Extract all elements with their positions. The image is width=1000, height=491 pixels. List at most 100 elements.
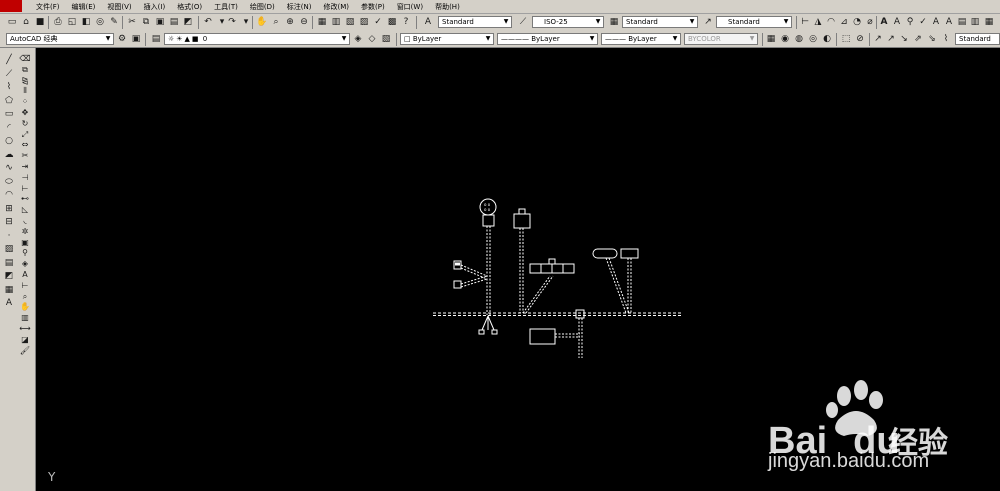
revision-cloud-icon[interactable]: ☁ (3, 149, 15, 161)
publish-icon[interactable]: ◧ (80, 16, 92, 28)
make-current-layer-icon[interactable]: ◈ (352, 33, 364, 45)
text-more-icon[interactable]: ▦ (983, 16, 995, 28)
multileader-style-icon[interactable]: ↗ (702, 16, 714, 28)
zoom-realtime-icon[interactable]: ⌕ (270, 16, 282, 28)
text-mask-icon[interactable]: ▥ (969, 16, 981, 28)
menu-item[interactable]: 视图(V) (101, 0, 137, 14)
menu-item[interactable]: 帮助(H) (429, 0, 466, 14)
text-scale-icon[interactable]: A (930, 16, 942, 28)
add-leader-icon[interactable]: ↗ (885, 33, 897, 45)
properties-icon[interactable]: ▦ (316, 16, 328, 28)
aligned-dim-icon[interactable]: ◮ (812, 16, 824, 28)
table-icon[interactable]: ▦ (3, 284, 15, 296)
edit-text-icon[interactable]: A (891, 16, 903, 28)
ellipse-icon[interactable]: ⬭ (3, 176, 15, 188)
app-logo-icon[interactable] (0, 0, 22, 12)
remove-leader-icon[interactable]: ↘ (898, 33, 910, 45)
block-icon[interactable]: ▥ (19, 313, 31, 323)
linetype-select[interactable]: ———— ByLayer ▼ (497, 33, 598, 45)
zoom-icon[interactable]: ⌕ (19, 292, 31, 302)
arc-length-icon[interactable]: ◠ (825, 16, 837, 28)
break-icon[interactable]: ⊢ (19, 184, 31, 194)
trim-icon[interactable]: ✂ (19, 151, 31, 161)
move-icon[interactable]: ✥ (19, 108, 31, 118)
mirror-icon[interactable]: ⧎ (19, 76, 31, 86)
copy-icon[interactable]: ⧉ (140, 16, 152, 28)
align-leader-icon[interactable]: ⇗ (912, 33, 924, 45)
linear-dim-icon[interactable]: ⊢ (799, 16, 811, 28)
menu-item[interactable]: 参数(P) (355, 0, 391, 14)
tool-palettes-icon[interactable]: ▧ (344, 16, 356, 28)
explode-icon[interactable]: ✲ (19, 227, 31, 237)
menu-item[interactable]: 窗口(W) (391, 0, 429, 14)
2d-wireframe-icon[interactable]: ▦ (765, 33, 777, 45)
plotstyle-select[interactable]: BYCOLOR ▼ (684, 33, 758, 45)
offset-icon[interactable]: ⫴ (19, 86, 31, 96)
workspace-settings-icon[interactable]: ⚙ (116, 33, 128, 45)
menu-item[interactable]: 绘图(D) (244, 0, 281, 14)
realistic-icon[interactable]: ◎ (807, 33, 819, 45)
chamfer-icon[interactable]: ◺ (19, 205, 31, 215)
zoom-previous-icon[interactable]: ⊖ (298, 16, 310, 28)
ordinate-dim-icon[interactable]: ⊿ (838, 16, 850, 28)
markup-set-icon[interactable]: ✓ (372, 16, 384, 28)
menu-item[interactable]: 修改(M) (317, 0, 355, 14)
text-style-select[interactable]: Standard ▼ (438, 16, 512, 28)
pan-tool-icon[interactable]: ✋ (19, 302, 31, 312)
table-style-icon[interactable]: ▦ (608, 16, 620, 28)
dim-style-select[interactable]: ISO-25 ▼ (532, 16, 604, 28)
find-text-icon[interactable]: ⚲ (904, 16, 916, 28)
multileader-style-select[interactable]: Standard ▼ (716, 16, 792, 28)
menu-item[interactable]: 编辑(E) (66, 0, 102, 14)
multiline-text-icon[interactable]: A (878, 16, 890, 28)
spell-check-icon[interactable]: ✓ (917, 16, 929, 28)
view-cube-icon[interactable]: ⬚ (840, 33, 852, 45)
text-convert-icon[interactable]: ▤ (956, 16, 968, 28)
lineweight-select[interactable]: ——— ByLayer ▼ (601, 33, 681, 45)
copy-object-icon[interactable]: ⧉ (19, 65, 31, 75)
table-style-select[interactable]: Standard ▼ (622, 16, 698, 28)
text-style-icon[interactable]: A (422, 16, 434, 28)
quickcalc-icon[interactable]: ▩ (386, 16, 398, 28)
text-icon[interactable]: A (19, 270, 31, 280)
region-icon[interactable]: ◩ (3, 270, 15, 282)
properties-toggle-icon[interactable]: ▣ (19, 238, 31, 248)
mtext-icon[interactable]: A (3, 297, 15, 309)
design-center-icon[interactable]: ▥ (330, 16, 342, 28)
array-icon[interactable]: ⁘ (19, 97, 31, 107)
menu-item[interactable]: 标注(N) (281, 0, 318, 14)
3d-wireframe-icon[interactable]: ◉ (779, 33, 791, 45)
area-icon[interactable]: ◪ (19, 335, 31, 345)
save-icon[interactable]: ■ (34, 16, 46, 28)
named-view-select[interactable]: Standard (955, 33, 1000, 45)
multileader-icon[interactable]: ↗ (872, 33, 884, 45)
block-editor-icon[interactable]: ◩ (182, 16, 194, 28)
cut-icon[interactable]: ✂ (126, 16, 138, 28)
rectangle-icon[interactable]: ▭ (3, 108, 15, 120)
rotate-icon[interactable]: ↻ (19, 119, 31, 129)
open-file-icon[interactable]: ⌂ (20, 16, 32, 28)
stretch-icon[interactable]: ⇔ (19, 140, 31, 150)
match-properties-icon[interactable]: ▤ (168, 16, 180, 28)
zoom-window-icon[interactable]: ⊕ (284, 16, 296, 28)
match-icon[interactable]: ⚲ (19, 248, 31, 258)
distance-icon[interactable]: ⟷ (19, 324, 31, 334)
layer-icon[interactable]: ◈ (19, 259, 31, 269)
radius-dim-icon[interactable]: ◔ (851, 16, 863, 28)
orbit-icon[interactable]: ⊘ (854, 33, 866, 45)
fillet-icon[interactable]: ◟ (19, 216, 31, 226)
make-block-icon[interactable]: ⊟ (3, 216, 15, 228)
redo-dropdown-icon[interactable]: ▾ (240, 16, 252, 28)
erase-icon[interactable]: ⌫ (19, 54, 31, 64)
help-icon[interactable]: ? (400, 16, 412, 28)
layer-previous-icon[interactable]: ◇ (366, 33, 378, 45)
menu-item[interactable]: 文件(F) (30, 0, 66, 14)
color-select[interactable]: □ ByLayer ▼ (400, 33, 494, 45)
undo-icon[interactable]: ↶ (202, 16, 214, 28)
workspace-save-icon[interactable]: ▣ (130, 33, 142, 45)
layer-states-icon[interactable]: ▧ (380, 33, 392, 45)
new-file-icon[interactable]: ▭ (6, 16, 18, 28)
join-icon[interactable]: ⊷ (19, 194, 31, 204)
collect-leader-icon[interactable]: ⇘ (926, 33, 938, 45)
sheet-set-icon[interactable]: ▨ (358, 16, 370, 28)
